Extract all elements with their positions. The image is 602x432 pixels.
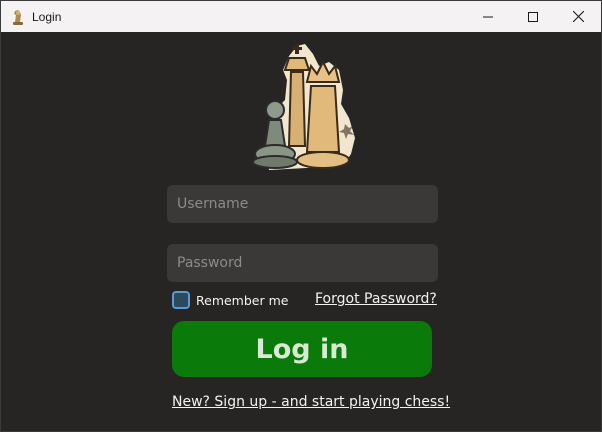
chess-pieces-logo <box>252 44 355 170</box>
forgot-password-link[interactable]: Forgot Password? <box>315 291 437 307</box>
signup-link[interactable]: New? Sign up - and start playing chess! <box>172 394 450 410</box>
chess-pieces-icon <box>13 10 23 25</box>
remember-me[interactable]: Remember me <box>172 291 288 309</box>
close-icon <box>572 11 584 22</box>
minimize-button[interactable] <box>465 1 511 32</box>
login-window: Login Username Remember me Forgot Passwo… <box>0 0 602 432</box>
maximize-button[interactable] <box>510 1 556 32</box>
minimize-icon <box>483 16 493 17</box>
title-bar[interactable]: Login <box>1 1 601 32</box>
password-input[interactable] <box>177 255 438 271</box>
login-content: Remember me Forgot Password? Log in New?… <box>1 32 601 431</box>
window-title: Login <box>32 10 62 24</box>
username-input[interactable] <box>177 196 438 212</box>
maximize-icon <box>528 11 538 22</box>
password-field[interactable] <box>167 244 438 282</box>
close-button[interactable] <box>555 1 601 32</box>
login-button[interactable]: Log in <box>172 321 432 377</box>
remember-me-checkbox[interactable] <box>172 291 190 309</box>
username-field[interactable] <box>167 185 438 223</box>
remember-me-label: Remember me <box>196 292 289 308</box>
